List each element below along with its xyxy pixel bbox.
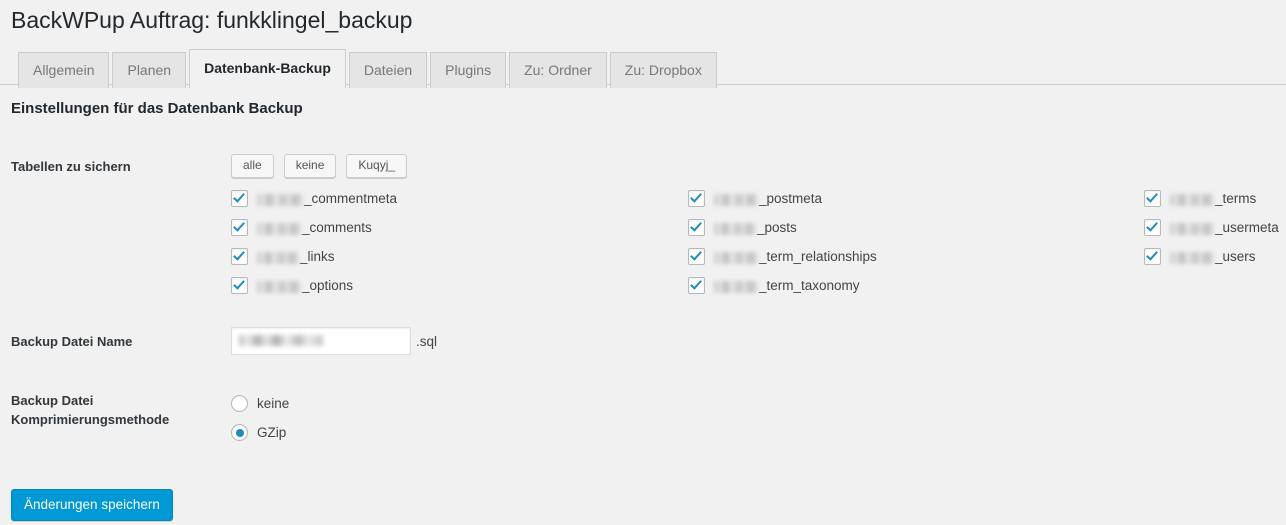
table-name-suffix: _comments	[302, 220, 372, 235]
table-checkbox[interactable]	[688, 277, 705, 294]
table-name-suffix: _term_relationships	[759, 249, 877, 264]
tables-column-3: _terms _usermeta _users	[1144, 184, 1279, 271]
table-row[interactable]: _users	[1144, 242, 1279, 271]
table-row[interactable]: _commentmeta	[231, 184, 397, 213]
table-name: _term_relationships	[714, 249, 877, 264]
table-name: _commentmeta	[257, 191, 397, 206]
table-name-suffix: _postmeta	[759, 191, 823, 206]
table-checkbox[interactable]	[688, 190, 705, 207]
filename-field-label: Backup Datei Name	[11, 334, 133, 349]
radio-none-label: keine	[257, 396, 290, 411]
table-checkbox[interactable]	[1144, 219, 1161, 236]
tab-bar: Allgemein Planen Datenbank-Backup Dateie…	[0, 48, 1286, 88]
table-checkbox[interactable]	[231, 248, 248, 265]
table-row[interactable]: _links	[231, 242, 397, 271]
save-changes-button[interactable]: Änderungen speichern	[11, 489, 173, 521]
table-name: _term_taxonomy	[714, 278, 860, 293]
compression-radio-group: keine GZip	[231, 389, 289, 447]
table-name-suffix: _term_taxonomy	[759, 278, 860, 293]
select-all-button[interactable]: alle	[231, 154, 274, 178]
table-name-suffix: _commentmeta	[304, 191, 398, 206]
redacted-prefix	[714, 280, 758, 293]
table-row[interactable]: _options	[231, 271, 397, 300]
table-name: _links	[257, 249, 335, 264]
table-checkbox[interactable]	[1144, 190, 1161, 207]
table-selection-buttons: alle keine Kuqyj_	[231, 154, 408, 178]
table-name-suffix: _links	[300, 249, 335, 264]
table-checkbox[interactable]	[688, 248, 705, 265]
table-row[interactable]: _term_relationships	[688, 242, 877, 271]
table-row[interactable]: _usermeta	[1144, 213, 1279, 242]
compression-option-gzip[interactable]: GZip	[231, 418, 289, 447]
table-checkbox[interactable]	[688, 219, 705, 236]
tab-datenbank-backup[interactable]: Datenbank-Backup	[189, 49, 346, 88]
table-name-suffix: _usermeta	[1215, 220, 1279, 235]
table-row[interactable]: _posts	[688, 213, 877, 242]
tab-planen[interactable]: Planen	[112, 52, 187, 88]
redacted-prefix	[257, 222, 301, 235]
tab-zu-dropbox[interactable]: Zu: Dropbox	[609, 52, 717, 88]
table-name: _comments	[257, 220, 372, 235]
table-checkbox[interactable]	[231, 219, 248, 236]
compression-option-none[interactable]: keine	[231, 389, 289, 418]
redacted-prefix	[257, 251, 299, 264]
tab-zu-ordner[interactable]: Zu: Ordner	[509, 52, 607, 88]
redacted-input-value	[239, 335, 323, 346]
filename-extension-label: .sql	[416, 333, 438, 349]
tables-column-2: _postmeta _posts _term_relationships _te…	[688, 184, 877, 300]
compression-field-label: Backup Datei Komprimierungsmethode	[11, 393, 170, 427]
redacted-prefix	[1170, 193, 1214, 206]
table-name: _posts	[714, 220, 797, 235]
redacted-prefix	[1170, 251, 1214, 264]
redacted-prefix	[257, 193, 303, 206]
redacted-prefix	[714, 251, 758, 264]
tab-plugins[interactable]: Plugins	[430, 52, 507, 88]
radio-gzip-label: GZip	[257, 425, 287, 440]
section-heading: Einstellungen für das Datenbank Backup	[11, 100, 303, 117]
table-name: _options	[257, 278, 353, 293]
table-row[interactable]: _comments	[231, 213, 397, 242]
redacted-prefix	[714, 193, 758, 206]
table-row[interactable]: _term_taxonomy	[688, 271, 877, 300]
table-name-suffix: _posts	[757, 220, 797, 235]
tables-column-1: _commentmeta _comments _links _options	[231, 184, 397, 300]
table-checkbox[interactable]	[231, 190, 248, 207]
select-none-button[interactable]: keine	[283, 154, 337, 178]
table-row[interactable]: _terms	[1144, 184, 1279, 213]
table-name: _terms	[1170, 191, 1256, 206]
tab-dateien[interactable]: Dateien	[348, 52, 428, 88]
table-name: _users	[1170, 249, 1256, 264]
table-checkbox[interactable]	[1144, 248, 1161, 265]
filename-row: .sql	[231, 327, 437, 355]
table-name-suffix: _options	[302, 278, 354, 293]
tables-field-label: Tabellen zu sichern	[11, 159, 131, 174]
redacted-prefix	[1170, 222, 1214, 235]
tab-list: Allgemein Planen Datenbank-Backup Dateie…	[18, 48, 717, 88]
tab-allgemein[interactable]: Allgemein	[18, 52, 110, 88]
table-checkbox[interactable]	[231, 277, 248, 294]
page-title: BackWPup Auftrag: funkklingel_backup	[11, 7, 413, 33]
table-name: _usermeta	[1170, 220, 1279, 235]
backup-filename-input[interactable]	[231, 327, 411, 355]
redacted-prefix	[257, 280, 301, 293]
table-name-suffix: _users	[1215, 249, 1256, 264]
redacted-prefix	[714, 222, 756, 235]
table-row[interactable]: _postmeta	[688, 184, 877, 213]
table-name: _postmeta	[714, 191, 822, 206]
radio-gzip[interactable]	[231, 424, 248, 441]
radio-none[interactable]	[231, 395, 248, 412]
select-prefix-button[interactable]: Kuqyj_	[346, 154, 408, 178]
table-name-suffix: _terms	[1215, 191, 1257, 206]
